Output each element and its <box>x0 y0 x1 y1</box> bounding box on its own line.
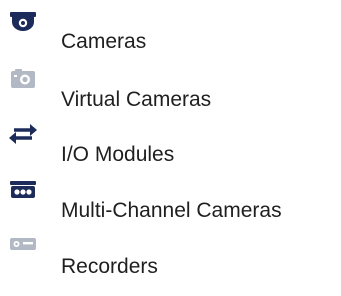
device-item-recorders[interactable]: Recorders <box>0 232 341 282</box>
device-item-label: I/O Modules <box>61 143 175 166</box>
device-item-label: Virtual Cameras <box>61 88 212 111</box>
device-item-io-modules[interactable]: I/O Modules <box>0 119 341 169</box>
device-item-label: Multi-Channel Cameras <box>61 199 282 222</box>
device-item-cameras[interactable]: Cameras <box>0 6 341 56</box>
multi-channel-camera-icon <box>6 180 40 206</box>
camera-icon <box>6 10 40 36</box>
device-type-list: Cameras Virtual Cameras I/O Modules Mult… <box>0 0 341 296</box>
io-module-icon <box>6 121 40 147</box>
device-item-multi-channel-cameras[interactable]: Multi-Channel Cameras <box>0 174 341 224</box>
device-item-label: Cameras <box>61 30 147 53</box>
recorder-icon <box>6 234 40 260</box>
virtual-camera-icon <box>6 68 40 94</box>
device-item-virtual-cameras[interactable]: Virtual Cameras <box>0 63 341 113</box>
device-item-label: Recorders <box>61 255 158 278</box>
